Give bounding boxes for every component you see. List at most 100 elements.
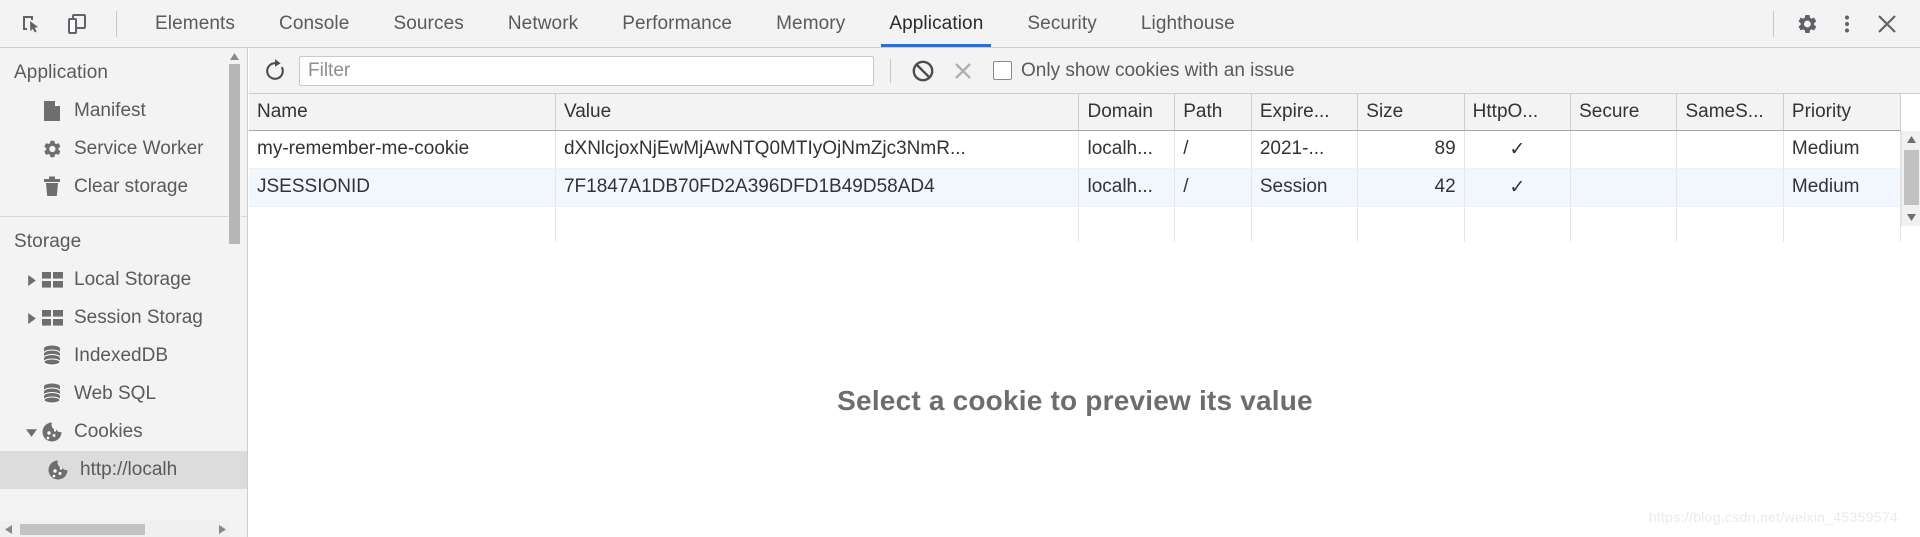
sidebar-item-cookie-origin[interactable]: http://localh: [0, 451, 247, 489]
tab-label: Console: [279, 12, 350, 34]
clear-all-cookies-icon[interactable]: [907, 55, 939, 87]
gear-icon[interactable]: [1790, 7, 1824, 41]
cell-secure: [1570, 168, 1678, 207]
cell-domain: localh...: [1078, 130, 1176, 169]
manifest-document-icon: [40, 99, 64, 123]
column-header-value[interactable]: Value: [555, 94, 1080, 131]
tab-memory[interactable]: Memory: [754, 0, 867, 47]
tab-label: Sources: [393, 12, 464, 34]
filter-input[interactable]: [299, 55, 874, 86]
cell-priority: Medium: [1783, 130, 1902, 169]
chevron-right-icon[interactable]: [22, 312, 40, 324]
scroll-up-arrow-icon[interactable]: [1902, 131, 1920, 148]
device-toolbar-icon[interactable]: [60, 7, 94, 41]
table-row[interactable]: my-remember-me-cookie dXNlcjoxNjEwMjAwNT…: [249, 130, 1902, 169]
cell-empty: [1251, 206, 1359, 242]
sidebar-item-service-worker[interactable]: Service Worker: [0, 130, 247, 168]
column-header-domain[interactable]: Domain: [1078, 94, 1176, 131]
chevron-down-icon[interactable]: [22, 427, 40, 438]
column-header-secure[interactable]: Secure: [1570, 94, 1678, 131]
gear-icon: [40, 137, 64, 161]
sidebar-item-label: Manifest: [74, 100, 146, 121]
sidebar-scroll-thumb[interactable]: [229, 64, 240, 244]
sidebar-horizontal-scrollbar[interactable]: [0, 521, 230, 537]
scroll-up-arrow-icon[interactable]: [228, 50, 241, 63]
more-options-icon[interactable]: [1830, 7, 1864, 41]
column-header-priority[interactable]: Priority: [1783, 94, 1902, 131]
column-header-expires[interactable]: Expire...: [1251, 94, 1359, 131]
cookies-table: Name Value Domain Path Expire... Size Ht…: [249, 94, 1902, 242]
sidebar-item-indexeddb[interactable]: IndexedDB: [0, 337, 247, 375]
database-icon: [40, 382, 64, 406]
cell-empty: [555, 206, 1080, 242]
cell-httponly: ✓: [1464, 130, 1572, 169]
sidebar-item-label: Cookies: [74, 421, 143, 442]
cookies-panel: Only show cookies with an issue Name Val…: [249, 48, 1920, 537]
sidebar-item-session-storage[interactable]: Session Storag: [0, 299, 247, 337]
table-row[interactable]: JSESSIONID 7F1847A1DB70FD2A396DFD1B49D58…: [249, 168, 1902, 207]
table-storage-icon: [40, 268, 64, 292]
tab-application[interactable]: Application: [867, 0, 1005, 47]
watermark-text: https://blog.csdn.net/weixin_45359574: [1648, 509, 1898, 525]
sidebar-item-label: Session Storag: [74, 307, 203, 328]
sidebar-item-label: http://localh: [80, 459, 178, 480]
only-show-issues-checkbox[interactable]: Only show cookies with an issue: [993, 60, 1295, 82]
tab-label: Network: [507, 12, 579, 34]
sidebar-item-local-storage[interactable]: Local Storage: [0, 261, 247, 299]
sidebar-hscroll-thumb[interactable]: [20, 523, 145, 535]
column-header-name[interactable]: Name: [249, 94, 556, 131]
clear-filtered-cookies-icon[interactable]: [947, 55, 979, 87]
tab-security[interactable]: Security: [1005, 0, 1118, 47]
inspect-element-icon[interactable]: [14, 7, 48, 41]
sidebar-item-web-sql[interactable]: Web SQL: [0, 375, 247, 413]
sidebar-item-cookies[interactable]: Cookies: [0, 413, 247, 451]
sidebar-vertical-scrollbar[interactable]: [228, 50, 241, 450]
cell-empty: [1357, 206, 1465, 242]
chevron-right-icon[interactable]: [22, 274, 40, 286]
tab-lighthouse[interactable]: Lighthouse: [1119, 0, 1257, 47]
tab-console[interactable]: Console: [257, 0, 371, 47]
sidebar-item-label: Service Worker: [74, 138, 204, 159]
database-icon: [40, 344, 64, 368]
tab-network[interactable]: Network: [486, 0, 600, 47]
cell-domain: localh...: [1078, 168, 1176, 207]
close-icon[interactable]: [1870, 7, 1904, 41]
column-header-httponly[interactable]: HttpO...: [1464, 94, 1572, 131]
column-header-size[interactable]: Size: [1357, 94, 1465, 131]
cell-size: 42: [1357, 168, 1465, 207]
tab-label: Elements: [155, 12, 236, 34]
cookie-preview-pane: Select a cookie to preview its value: [249, 264, 1901, 537]
cell-size: 89: [1357, 130, 1465, 169]
table-header-row: Name Value Domain Path Expire... Size Ht…: [249, 94, 1902, 131]
scroll-down-arrow-icon[interactable]: [1902, 209, 1920, 226]
cell-expires: Session: [1251, 168, 1359, 207]
tab-elements[interactable]: Elements: [133, 0, 257, 47]
refresh-icon[interactable]: [259, 55, 291, 87]
column-header-path[interactable]: Path: [1174, 94, 1252, 131]
sidebar-item-label: Local Storage: [74, 269, 192, 290]
cookies-toolbar: Only show cookies with an issue: [249, 48, 1920, 94]
cell-empty: [1676, 206, 1784, 242]
table-scroll-thumb[interactable]: [1904, 150, 1919, 205]
tab-label: Performance: [622, 12, 733, 34]
cell-empty: [1174, 206, 1252, 242]
table-vertical-scrollbar[interactable]: [1901, 131, 1920, 226]
tab-label: Lighthouse: [1140, 12, 1235, 34]
tab-performance[interactable]: Performance: [600, 0, 754, 47]
cell-priority: Medium: [1783, 168, 1902, 207]
checkbox-box[interactable]: [993, 61, 1012, 80]
cell-path: /: [1174, 130, 1252, 169]
sidebar-item-manifest[interactable]: Manifest: [0, 92, 247, 130]
table-storage-icon: [40, 306, 64, 330]
column-header-samesite[interactable]: SameS...: [1676, 94, 1784, 131]
sidebar-item-clear-storage[interactable]: Clear storage: [0, 168, 247, 206]
tab-sources[interactable]: Sources: [371, 0, 485, 47]
scroll-left-arrow-icon[interactable]: [0, 521, 16, 537]
cell-expires: 2021-...: [1251, 130, 1359, 169]
tabbar-right-divider: [1773, 10, 1774, 37]
scroll-right-arrow-icon[interactable]: [214, 521, 230, 537]
preview-placeholder-message: Select a cookie to preview its value: [837, 384, 1313, 416]
cell-empty: [1783, 206, 1902, 242]
checkbox-label: Only show cookies with an issue: [1021, 59, 1295, 81]
panel-tabs: Elements Console Sources Network Perform…: [133, 0, 1257, 47]
